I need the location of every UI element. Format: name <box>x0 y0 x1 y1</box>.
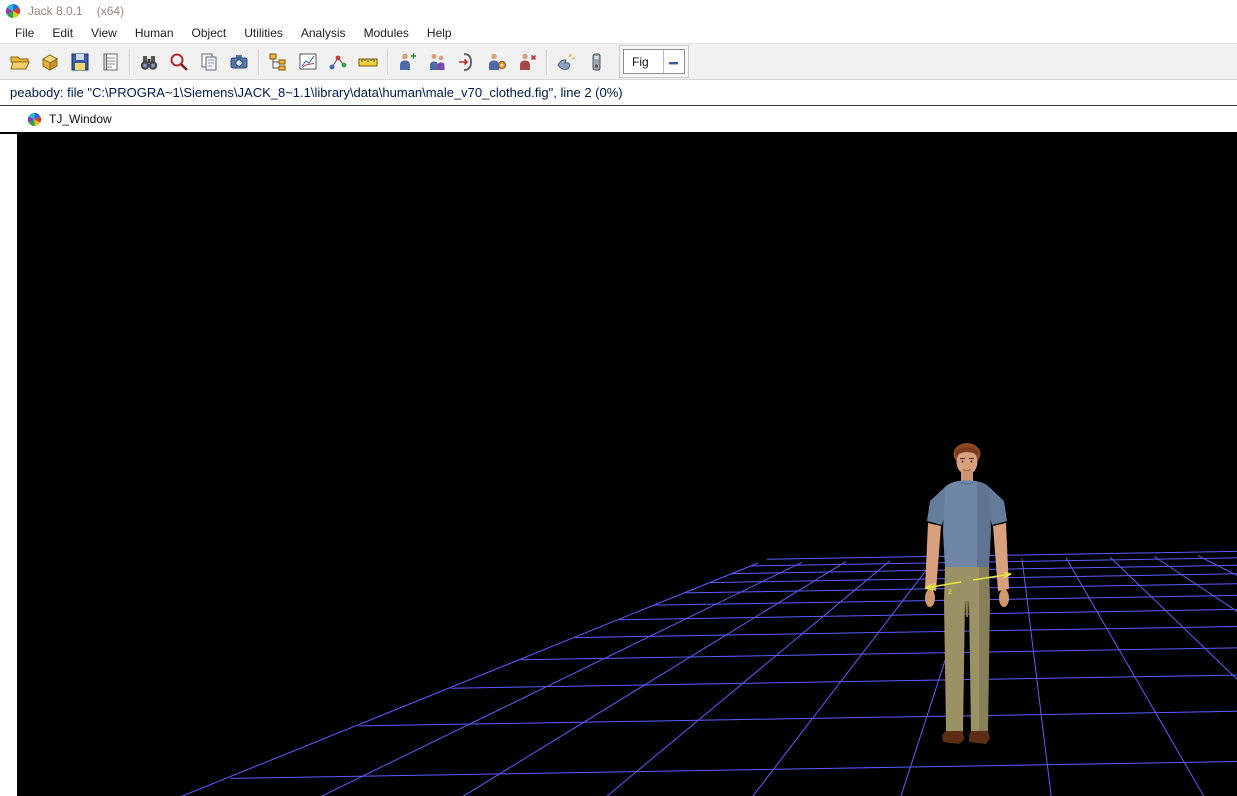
menu-file[interactable]: File <box>6 23 43 43</box>
figure-axis-label: z <box>948 587 952 596</box>
posture-button[interactable] <box>452 47 482 77</box>
scene-canvas[interactable]: z <box>17 134 1237 796</box>
pages-icon <box>198 51 220 73</box>
menu-modules[interactable]: Modules <box>355 23 418 43</box>
menu-help[interactable]: Help <box>418 23 461 43</box>
human-pair-button[interactable] <box>422 47 452 77</box>
person-red-icon <box>516 51 538 73</box>
notes-button[interactable] <box>95 47 125 77</box>
magnifier-icon <box>168 51 190 73</box>
floppy-disk-icon <box>69 51 91 73</box>
toolbar-separator <box>129 49 130 75</box>
folder-open-icon <box>9 51 31 73</box>
window-title: Jack 8.0.1 <box>28 4 83 18</box>
window-logo-icon <box>27 112 42 127</box>
title-bar: Jack 8.0.1 (x64) <box>0 0 1237 22</box>
menu-bar: File Edit View Human Object Utilities An… <box>0 22 1237 43</box>
status-text: peabody: file "C:\PROGRA~1\Siemens\JACK_… <box>10 85 623 100</box>
constraints-button[interactable] <box>323 47 353 77</box>
person-gear-icon <box>486 51 508 73</box>
tree-icon <box>267 51 289 73</box>
fig-dropdown[interactable]: Fig <box>623 49 685 74</box>
menu-human[interactable]: Human <box>126 23 183 43</box>
plot-button[interactable] <box>293 47 323 77</box>
menu-edit[interactable]: Edit <box>43 23 82 43</box>
open-file-button[interactable] <box>5 47 35 77</box>
document-icon <box>99 51 121 73</box>
tools-button[interactable] <box>581 47 611 77</box>
find-button[interactable] <box>134 47 164 77</box>
nodes-icon <box>327 51 349 73</box>
ground-grid <box>17 134 1237 796</box>
menu-view[interactable]: View <box>82 23 126 43</box>
app-logo-icon <box>5 3 21 19</box>
create-human-button[interactable] <box>392 47 422 77</box>
menu-object[interactable]: Object <box>183 23 236 43</box>
measure-button[interactable] <box>353 47 383 77</box>
snapshot-button[interactable] <box>224 47 254 77</box>
grasp-button[interactable] <box>551 47 581 77</box>
two-people-icon <box>426 51 448 73</box>
ruler-icon <box>357 51 379 73</box>
toolbar-separator <box>546 49 547 75</box>
toolbar: Fig <box>0 43 1237 80</box>
door-arrow-icon <box>456 51 478 73</box>
fig-dropdown-frame: Fig <box>619 45 689 78</box>
menu-utilities[interactable]: Utilities <box>235 23 292 43</box>
device-icon <box>585 51 607 73</box>
hands-icon <box>555 51 577 73</box>
human-settings-button[interactable] <box>482 47 512 77</box>
workspace-tab-bar: TJ_Window <box>0 106 1237 134</box>
workspace-tab-label[interactable]: TJ_Window <box>49 112 112 126</box>
window-title-suffix: (x64) <box>97 4 124 18</box>
menu-analysis[interactable]: Analysis <box>292 23 355 43</box>
toolbar-separator <box>258 49 259 75</box>
chart-icon <box>297 51 319 73</box>
toolbar-separator <box>387 49 388 75</box>
fig-dropdown-arrow-icon[interactable] <box>664 55 684 69</box>
hierarchy-button[interactable] <box>263 47 293 77</box>
fig-dropdown-value: Fig <box>624 55 663 69</box>
human-analysis-button[interactable] <box>512 47 542 77</box>
new-object-button[interactable] <box>35 47 65 77</box>
box-icon <box>39 51 61 73</box>
viewport-frame: z <box>0 134 1237 796</box>
binoculars-icon <box>138 51 160 73</box>
zoom-button[interactable] <box>164 47 194 77</box>
copy-view-button[interactable] <box>194 47 224 77</box>
camera-icon <box>228 51 250 73</box>
save-button[interactable] <box>65 47 95 77</box>
human-figure[interactable]: z <box>915 441 1020 753</box>
person-add-icon <box>396 51 418 73</box>
status-bar: peabody: file "C:\PROGRA~1\Siemens\JACK_… <box>0 80 1237 106</box>
